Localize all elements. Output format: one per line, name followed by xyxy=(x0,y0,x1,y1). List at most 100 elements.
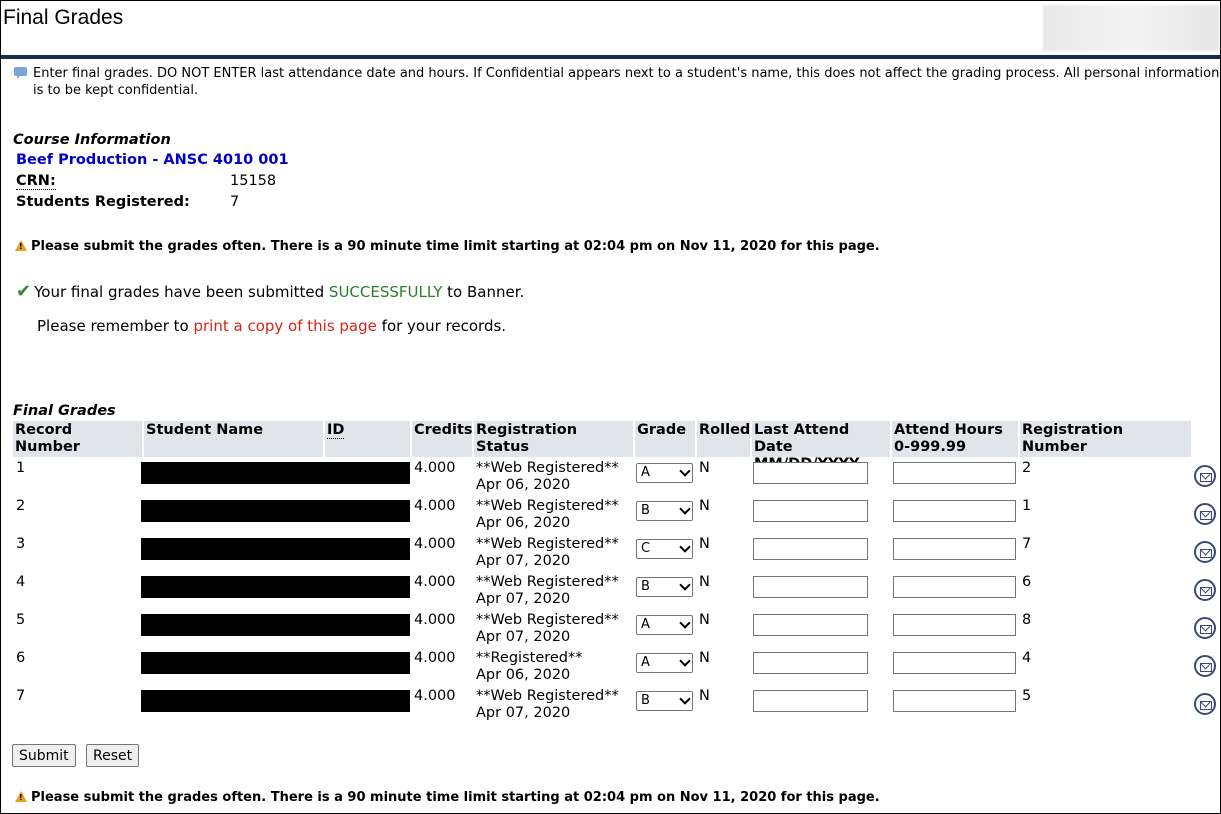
email-student-button[interactable] xyxy=(1194,541,1216,563)
email-student-button[interactable] xyxy=(1194,465,1216,487)
crn-value: 15158 xyxy=(230,173,277,189)
registration-status: **Web Registered** Apr 07, 2020 xyxy=(476,574,619,608)
attend-hours-input[interactable] xyxy=(893,500,1016,522)
grade-select[interactable]: A xyxy=(636,653,693,673)
redacted-student-info xyxy=(141,576,410,598)
registration-number: 6 xyxy=(1022,574,1032,590)
col-reg-number-label: Registration Number xyxy=(1022,422,1124,455)
students-registered-value: 7 xyxy=(230,194,240,210)
last-attend-date-input[interactable] xyxy=(753,500,868,522)
registration-number: 5 xyxy=(1022,688,1032,704)
course-title-link[interactable]: Beef Production - ANSC 4010 001 xyxy=(16,152,289,168)
email-student-button[interactable] xyxy=(1194,617,1216,639)
col-attend-hours: Attend Hours 0-999.99 xyxy=(892,421,1018,457)
credits: 4.000 xyxy=(414,460,456,476)
warning-icon xyxy=(15,791,27,802)
grade-select[interactable]: A xyxy=(636,615,693,635)
table-row: 4 4.000 **Web Registered** Apr 07, 2020 B N 6 xyxy=(1,573,1220,611)
redacted-student-info xyxy=(141,614,410,636)
time-limit-warning-bottom: Please submit the grades often. There is… xyxy=(15,790,880,805)
attend-hours-input[interactable] xyxy=(893,462,1016,484)
chevron-down-icon xyxy=(679,579,691,591)
grade-value: B xyxy=(641,693,650,708)
status-date: Apr 06, 2020 xyxy=(476,515,571,531)
last-attend-date-input[interactable] xyxy=(753,538,868,560)
grade-select[interactable]: B xyxy=(636,577,693,597)
registration-number: 1 xyxy=(1022,498,1032,514)
col-record-number-label: Record Number xyxy=(15,422,80,455)
rolled-value: N xyxy=(699,612,710,628)
chevron-down-icon xyxy=(679,693,691,705)
col-registration-status: Registration Status xyxy=(474,421,633,457)
grade-value: A xyxy=(641,465,650,480)
registration-status: **Web Registered** Apr 06, 2020 xyxy=(476,460,619,494)
chevron-down-icon xyxy=(679,655,691,667)
last-attend-date-input[interactable] xyxy=(753,614,868,636)
registration-status: **Registered** Apr 06, 2020 xyxy=(476,650,583,684)
col-rolled-label: Rolled xyxy=(699,422,751,438)
grade-value: C xyxy=(641,541,651,556)
status-text: **Web Registered** xyxy=(476,498,619,514)
grade-select[interactable]: B xyxy=(636,501,693,521)
page-title: Final Grades xyxy=(3,6,124,29)
email-student-button[interactable] xyxy=(1194,579,1216,601)
envelope-icon xyxy=(1200,511,1212,520)
time-limit-warning-top: Please submit the grades often. There is… xyxy=(15,239,880,254)
credits: 4.000 xyxy=(414,498,456,514)
grade-select[interactable]: C xyxy=(636,539,693,559)
registration-status: **Web Registered** Apr 07, 2020 xyxy=(476,536,619,570)
attend-hours-input[interactable] xyxy=(893,576,1016,598)
attend-hours-input[interactable] xyxy=(893,538,1016,560)
grade-select[interactable]: B xyxy=(636,691,693,711)
status-text: **Registered** xyxy=(476,650,583,666)
info-text-line1: Enter final grades. DO NOT ENTER last at… xyxy=(33,66,1220,81)
record-number: 5 xyxy=(16,612,26,628)
record-number: 2 xyxy=(16,498,26,514)
col-id-label: ID xyxy=(327,422,345,439)
table-row: 5 4.000 **Web Registered** Apr 07, 2020 A N 8 xyxy=(1,611,1220,649)
col-grade: Grade xyxy=(635,421,695,457)
status-text: **Web Registered** xyxy=(476,574,619,590)
record-number: 7 xyxy=(16,688,26,704)
last-attend-date-input[interactable] xyxy=(753,690,868,712)
info-icon xyxy=(14,67,27,79)
students-registered-label: Students Registered: xyxy=(16,194,190,210)
envelope-icon xyxy=(1200,587,1212,596)
email-student-button[interactable] xyxy=(1194,693,1216,715)
col-rolled: Rolled xyxy=(697,421,750,457)
reset-button[interactable]: Reset xyxy=(86,744,140,767)
redacted-student-info xyxy=(141,652,410,674)
attend-hours-input[interactable] xyxy=(893,614,1016,636)
redacted-student-info xyxy=(141,690,410,712)
chevron-down-icon xyxy=(679,617,691,629)
grade-select[interactable]: A xyxy=(636,463,693,483)
table-row: 6 4.000 **Registered** Apr 06, 2020 A N 4 xyxy=(1,649,1220,687)
attend-hours-input[interactable] xyxy=(893,690,1016,712)
redacted-student-info xyxy=(141,462,410,484)
status-date: Apr 07, 2020 xyxy=(476,591,571,607)
submit-button[interactable]: Submit xyxy=(12,744,76,767)
table-row: 1 4.000 **Web Registered** Apr 06, 2020 A N 2 xyxy=(1,459,1220,497)
registration-number: 4 xyxy=(1022,650,1032,666)
remember-prefix: Please remember to xyxy=(37,317,194,335)
table-row: 3 4.000 **Web Registered** Apr 07, 2020 C N 7 xyxy=(1,535,1220,573)
last-attend-date-input[interactable] xyxy=(753,576,868,598)
course-info-heading: Course Information xyxy=(13,132,171,148)
email-student-button[interactable] xyxy=(1194,655,1216,677)
last-attend-date-input[interactable] xyxy=(753,462,868,484)
rolled-value: N xyxy=(699,498,710,514)
print-page-link[interactable]: print a copy of this page xyxy=(193,317,376,335)
email-student-button[interactable] xyxy=(1194,503,1216,525)
status-text: **Web Registered** xyxy=(476,460,619,476)
registration-status: **Web Registered** Apr 06, 2020 xyxy=(476,498,619,532)
warning-text: Please submit the grades often. There is… xyxy=(31,239,880,254)
envelope-icon xyxy=(1200,473,1212,482)
attend-hours-input[interactable] xyxy=(893,652,1016,674)
grade-value: B xyxy=(641,503,650,518)
rolled-value: N xyxy=(699,574,710,590)
status-date: Apr 06, 2020 xyxy=(476,477,571,493)
col-credits-label: Credits xyxy=(414,422,473,438)
last-attend-date-input[interactable] xyxy=(753,652,868,674)
credits: 4.000 xyxy=(414,574,456,590)
registration-number: 8 xyxy=(1022,612,1032,628)
